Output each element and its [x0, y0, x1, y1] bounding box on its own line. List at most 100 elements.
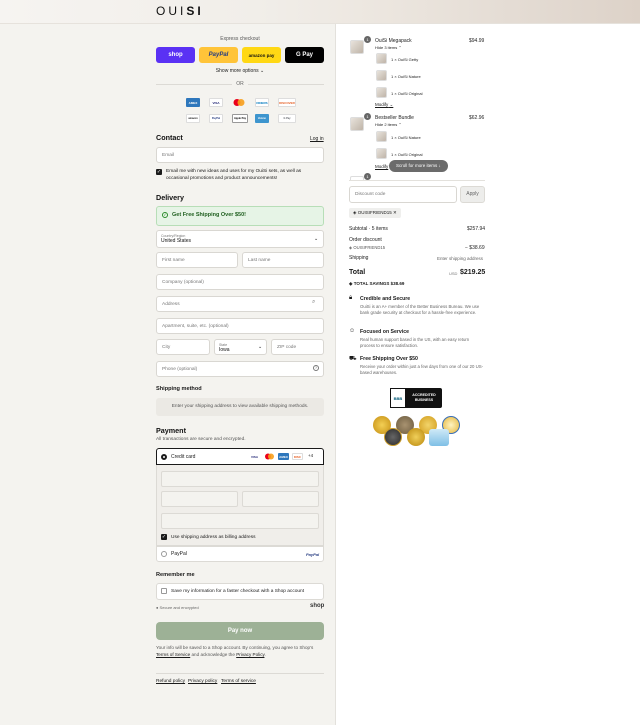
hide-items-toggle[interactable]: Hide 2 items ⌃	[375, 122, 402, 127]
billing-checkbox[interactable]: ✓	[161, 534, 167, 540]
total-savings: ◈ TOTAL SAVINGS $38.69	[349, 281, 405, 286]
tag-icon: ◈	[349, 245, 353, 250]
payment-heading: Payment	[156, 426, 186, 435]
refund-policy-link[interactable]: Refund policy	[156, 679, 185, 684]
page-header: OUISI	[0, 0, 640, 24]
help-icon[interactable]: ?	[313, 365, 319, 371]
discount-tag: ◈ OUISIFRIEND15 ✕	[349, 208, 401, 218]
item-name: OuiSi Megapack	[375, 38, 412, 44]
hide-items-toggle[interactable]: Hide 3 items ⌃	[375, 45, 402, 50]
child-thumbnail	[376, 53, 387, 64]
tag-icon: ◈	[349, 281, 353, 286]
bbb-mark: BBB	[390, 388, 406, 408]
apple-pay-logo: Apple Pay	[232, 114, 248, 123]
child-item: 1 × OuiSi Nature	[391, 135, 421, 140]
child-thumbnail	[376, 70, 387, 81]
legal-text: Your info will be saved to a Shop accoun…	[156, 645, 314, 657]
email-field[interactable]: Email	[156, 147, 324, 163]
delivery-heading: Delivery	[156, 193, 184, 202]
shop-logo: shop	[310, 603, 325, 609]
discount-value: − $38.69	[465, 245, 485, 251]
zip-field[interactable]: ZIP code	[271, 339, 324, 355]
chevron-down-icon: ⌄	[314, 236, 319, 242]
newsletter-checkbox[interactable]: ✓	[156, 169, 162, 175]
item-price: $94.99	[469, 38, 485, 44]
child-item: 1 × OuiSi Original	[391, 91, 423, 96]
lock-icon: 🔒︎	[349, 295, 353, 301]
child-item: 1 × OuiSi Getty	[391, 57, 419, 62]
item-price: $62.96	[469, 115, 485, 121]
credit-card-radio[interactable]	[161, 454, 167, 460]
free-shipping-text: Get Free Shipping Over $50!	[172, 212, 246, 218]
close-icon[interactable]: ✕	[393, 210, 397, 215]
last-name-field[interactable]: Last name	[242, 252, 324, 268]
trust-text: Receive your order within just a few day…	[360, 364, 483, 376]
modify-link[interactable]: Modify	[375, 164, 388, 169]
shop-pay-button[interactable]: shop	[156, 47, 195, 63]
chevron-up-icon: ⌃	[398, 122, 402, 127]
amex-logo: AMEX	[278, 453, 289, 460]
lock-icon: ●	[156, 605, 159, 610]
award-seal	[429, 429, 449, 446]
privacy-policy-link[interactable]: Privacy policy	[188, 679, 217, 684]
paypal-button[interactable]: PayPal	[199, 47, 238, 63]
truck-icon: ⛟	[349, 356, 357, 362]
card-number-field[interactable]	[161, 471, 319, 487]
diners-logo: DINERS	[255, 98, 269, 107]
chevron-up-icon: ⌃	[398, 45, 402, 50]
discount-code-applied: ◈ OUISIFRIEND15	[349, 245, 386, 250]
subtotal-value: $257.94	[467, 226, 486, 232]
pay-now-button[interactable]: Pay now	[156, 622, 324, 640]
order-discount-label: Order discount	[349, 237, 382, 243]
visa-logo: VISA	[249, 453, 260, 460]
show-more-options-link[interactable]: Show more options ⌄	[156, 68, 324, 74]
phone-field[interactable]: Phone (optional)	[156, 361, 324, 377]
paypal-label: PayPal	[171, 551, 187, 557]
shipping-method-placeholder: Enter your shipping address to view avai…	[156, 398, 324, 416]
check-circle-icon: ✓	[162, 212, 168, 218]
award-seal	[407, 428, 425, 446]
brand-logo[interactable]: OUISI	[156, 4, 204, 18]
privacy-link[interactable]: Privacy Policy	[236, 652, 264, 657]
bbb-accredited-badge: BBB ACCREDITED BUSINESS	[390, 388, 442, 408]
address-field[interactable]: Address	[156, 296, 324, 312]
search-icon: ⌕	[312, 299, 316, 305]
arrow-down-icon: ↓	[438, 163, 441, 168]
mastercard-logo	[264, 453, 275, 460]
award-seal	[384, 428, 402, 446]
google-pay-button[interactable]: G Pay	[285, 47, 324, 63]
child-thumbnail	[376, 148, 387, 159]
discount-code-field[interactable]: Discount code	[349, 186, 457, 203]
paypal-logo: PayPal	[306, 552, 320, 557]
items-divider	[349, 180, 485, 181]
state-value: Iowa	[219, 347, 230, 353]
trust-title: Free Shipping Over $50	[360, 356, 418, 362]
tag-icon: ◈	[353, 210, 357, 215]
venmo-logo: Venmo	[255, 114, 269, 123]
paypal-logo: PayPal	[209, 114, 223, 123]
company-field[interactable]: Company (optional)	[156, 274, 324, 290]
subtotal-label: Subtotal · 5 items	[349, 226, 388, 232]
first-name-field[interactable]: First name	[156, 252, 238, 268]
city-field[interactable]: City	[156, 339, 210, 355]
chevron-down-icon: ⌄	[260, 68, 265, 74]
remember-me-label: Save my information for a faster checkou…	[171, 589, 305, 594]
expiry-field[interactable]	[161, 491, 238, 507]
apply-button[interactable]: Apply	[460, 186, 485, 203]
product-thumbnail	[350, 40, 364, 54]
child-item: 1 × OuiSi Original	[391, 152, 423, 157]
login-link[interactable]: Log in	[310, 136, 324, 142]
name-on-card-field[interactable]	[161, 513, 319, 529]
remember-me-checkbox[interactable]	[161, 588, 167, 594]
currency-label: USD	[449, 271, 458, 276]
terms-of-service-link[interactable]: Terms of service	[221, 679, 256, 684]
scroll-for-more-pill[interactable]: Scroll for more items ↓	[389, 160, 448, 172]
modify-link[interactable]: Modify ⌄	[375, 102, 393, 108]
terms-link[interactable]: Terms of Service	[156, 652, 190, 657]
security-code-field[interactable]	[242, 491, 319, 507]
country-select[interactable]: Country/Region United States	[156, 230, 324, 248]
apartment-field[interactable]: Apartment, suite, etc. (optional)	[156, 318, 324, 334]
paypal-radio[interactable]	[161, 551, 167, 557]
newsletter-label: Email me with new ideas and uses for my …	[166, 169, 302, 181]
amazon-pay-button[interactable]: amazon pay	[242, 47, 281, 63]
